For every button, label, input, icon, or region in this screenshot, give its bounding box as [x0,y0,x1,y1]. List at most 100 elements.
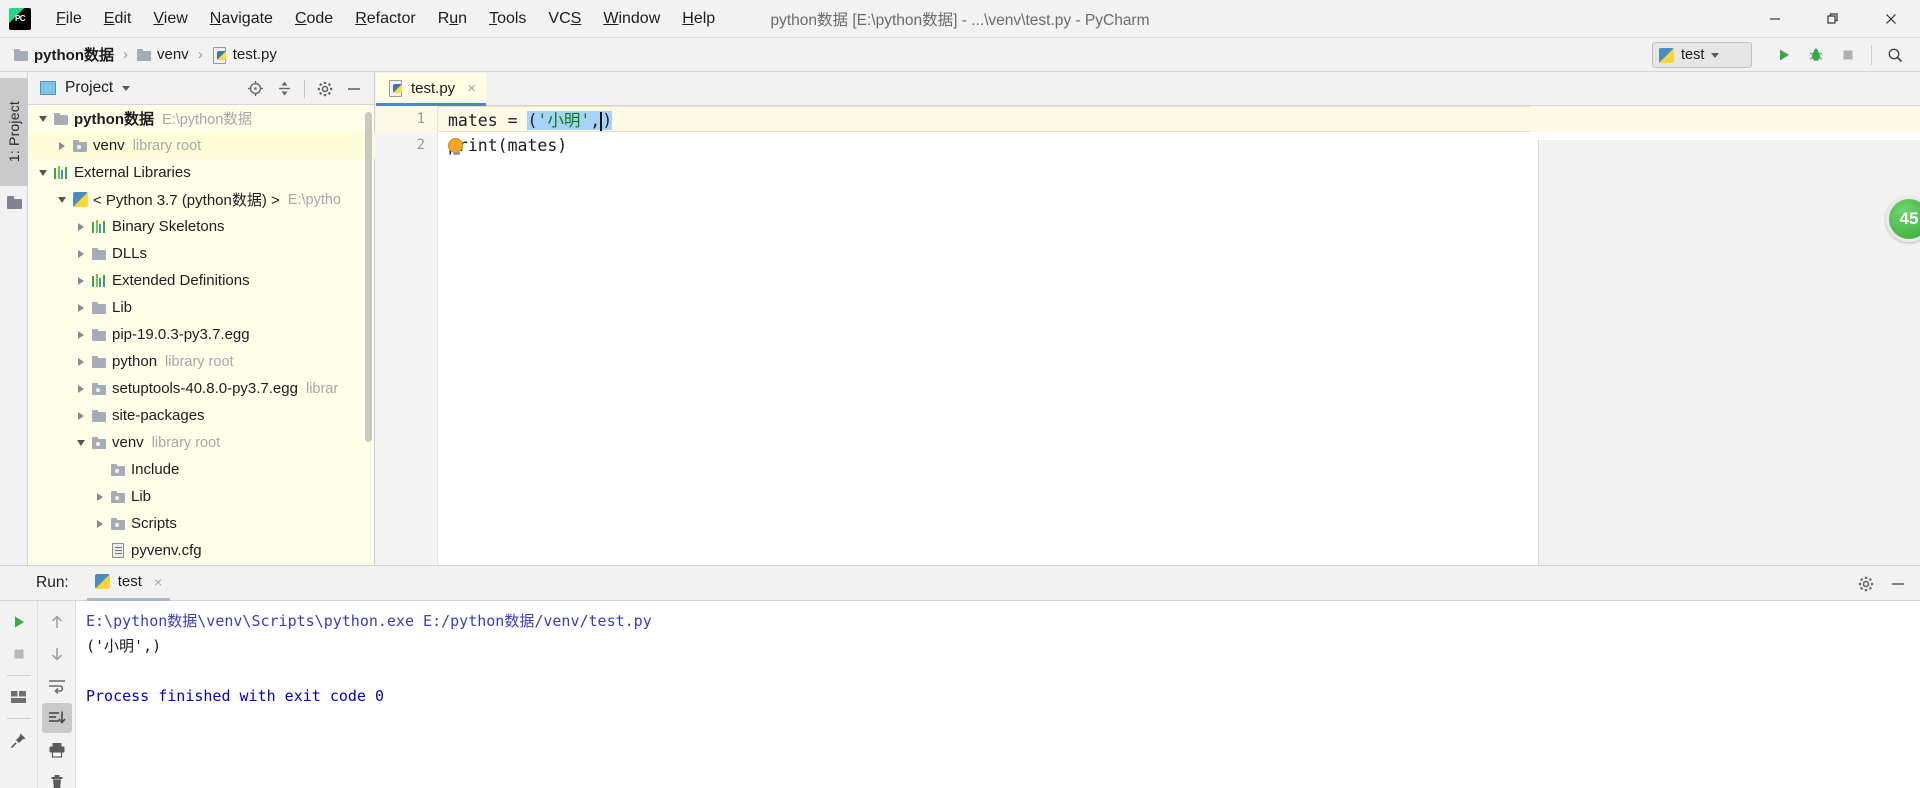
run-tab-test[interactable]: test × [86,566,171,601]
minimize-icon[interactable] [1746,0,1804,38]
tree-row-python-3-7-python[interactable]: < Python 3.7 (python数据) > E:\pytho [28,186,375,213]
tree-row-venv[interactable]: venv library root [28,132,375,159]
run-configuration-label: test [1681,47,1705,63]
folder-icon [90,240,108,267]
close-icon[interactable]: × [154,574,162,590]
tree-item-hint: library root [151,434,221,451]
breadcrumb-separator: › [197,46,203,63]
tree-row-python[interactable]: python library root [28,348,375,375]
hide-icon[interactable] [1884,571,1912,597]
breadcrumb-item-project[interactable]: python数据 [10,42,118,67]
restore-icon[interactable] [1804,0,1862,38]
chevron-down-icon[interactable] [34,105,52,132]
settings-gear-icon[interactable] [1852,571,1880,597]
sidebar-item-favorites[interactable] [0,188,28,216]
chevron-right-icon[interactable] [72,267,90,294]
up-arrow-icon[interactable] [42,607,72,637]
editor-gutter[interactable]: 1 2 [376,106,438,565]
chevron-right-icon[interactable] [91,483,109,510]
run-configuration-selector[interactable]: test [1652,42,1752,68]
chevron-right-icon[interactable] [72,375,90,402]
menu-run[interactable]: Run [427,5,478,33]
tree-row-lib[interactable]: Lib [28,294,375,321]
menu-code[interactable]: Code [284,5,344,33]
code-editor[interactable]: 1 2 mates = ('小明',) print(mates) 45 [376,106,1920,599]
menu-view[interactable]: View [142,5,198,33]
project-tree[interactable]: python数据 E:\python数据 venv library root Exter… [28,105,375,565]
layout-icon[interactable] [4,682,34,712]
tree-item-label: Scripts [131,515,177,532]
chevron-down-icon[interactable] [34,159,52,186]
tree-row-include[interactable]: Include [28,456,375,483]
folder-library-icon [111,463,125,476]
chevron-right-icon[interactable] [72,240,90,267]
code-selection: ('小明',) [527,111,613,131]
run-console[interactable]: E:\python数据\venv\Scripts\python.exe E:/p… [76,601,1920,788]
trash-icon[interactable] [42,767,72,788]
lightbulb-icon[interactable] [448,138,463,155]
soft-wrap-icon[interactable] [42,671,72,701]
stop-icon[interactable] [4,639,34,669]
close-icon[interactable] [1862,0,1920,38]
project-panel-title[interactable]: Project [40,79,131,97]
menu-window[interactable]: Window [592,5,671,33]
print-icon[interactable] [42,735,72,765]
menu-tools[interactable]: Tools [478,5,537,33]
tab-test-py[interactable]: test.py × [376,73,486,106]
tree-item-label: pyvenv.cfg [131,542,202,559]
run-icon[interactable] [1769,41,1799,69]
chevron-right-icon[interactable] [72,348,90,375]
tree-row-dlls[interactable]: DLLs [28,240,375,267]
tree-row-setuptools-40-8-0-py3-7-egg[interactable]: setuptools-40.8.0-py3.7.egg librar [28,375,375,402]
menu-vcs[interactable]: VCS [537,5,592,33]
chevron-right-icon[interactable] [72,402,90,429]
python-icon [94,574,110,589]
tree-row-python[interactable]: python数据 E:\python数据 [28,105,375,132]
tree-row-pip-19-0-3-py3-7-egg[interactable]: pip-19.0.3-py3.7.egg [28,321,375,348]
settings-gear-icon[interactable] [311,76,339,102]
chevron-right-icon[interactable] [53,132,71,159]
hide-icon[interactable] [340,76,368,102]
down-arrow-icon[interactable] [42,639,72,669]
project-scrollbar[interactable] [365,112,372,442]
debug-icon[interactable] [1801,41,1831,69]
tree-item-label: Include [131,461,180,478]
tree-row-binary-skeletons[interactable]: Binary Skeletons [28,213,375,240]
paren-close: ) [602,111,613,130]
chevron-down-icon[interactable] [53,186,71,213]
pin-icon[interactable] [4,725,34,755]
chevron-down-icon[interactable] [72,429,90,456]
scroll-to-end-icon[interactable] [41,703,72,733]
tree-row-site-packages[interactable]: site-packages [28,402,375,429]
close-icon[interactable]: × [467,80,476,97]
sidebar-item-project[interactable]: 1: Project [0,78,28,186]
menu-edit[interactable]: Edit [93,5,143,33]
code-text-2: print(mates) [448,135,568,155]
tree-row-venv[interactable]: venv library root [28,429,375,456]
menu-file[interactable]: File [45,5,93,33]
code-line-1[interactable]: mates = ('小明',) [438,106,1920,132]
menu-help[interactable]: Help [671,5,726,33]
chevron-right-icon[interactable] [72,213,90,240]
tree-row-external-libraries[interactable]: External Libraries [28,159,375,186]
locate-icon[interactable] [241,76,269,102]
stop-icon[interactable] [1833,41,1863,69]
menu-navigate[interactable]: Navigate [199,5,284,33]
menu-refactor[interactable]: Refactor [344,5,426,33]
main-toolbar [1769,40,1910,70]
collapse-all-icon[interactable] [270,76,298,102]
chevron-right-icon[interactable] [72,321,90,348]
tree-row-pyvenv-cfg[interactable]: pyvenv.cfg [28,537,375,564]
tree-row-extended-definitions[interactable]: Extended Definitions [28,267,375,294]
chevron-right-icon[interactable] [91,510,109,537]
panel-divider [304,79,305,98]
breadcrumb-item-file[interactable]: test.py [208,44,281,65]
rail-label-project: 1: Project [6,101,22,163]
chevron-right-icon[interactable] [72,294,90,321]
search-icon[interactable] [1880,41,1910,69]
tree-row-scripts[interactable]: Scripts [28,510,375,537]
breadcrumb-item-venv[interactable]: venv [133,44,193,65]
tree-row-lib[interactable]: Lib [28,483,375,510]
rerun-icon[interactable] [4,607,34,637]
breadcrumb-label: venv [157,46,189,63]
